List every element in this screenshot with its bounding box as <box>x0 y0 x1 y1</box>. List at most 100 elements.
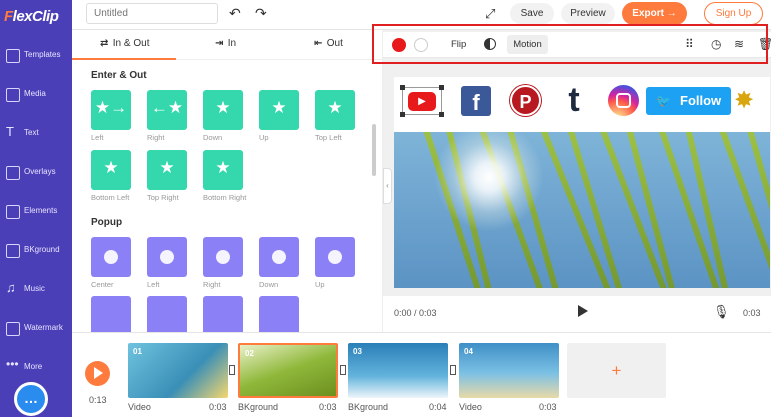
sidebar-item-text[interactable]: T Text <box>0 118 72 152</box>
twitter-bird-icon: 🐦 <box>656 94 671 108</box>
animation-bottom-right[interactable]: ★ <box>203 150 243 190</box>
animation-top-left[interactable]: ★ <box>315 90 355 130</box>
timeline-clip-03[interactable]: 03 <box>348 343 448 398</box>
undo-icon[interactable]: ↶ <box>229 5 241 22</box>
animation-down[interactable]: ★ <box>203 90 243 130</box>
resize-handle[interactable] <box>400 85 405 90</box>
star-icon: ←★ <box>150 98 184 117</box>
plus-icon: + <box>611 361 622 380</box>
popup-left[interactable] <box>147 237 187 277</box>
animation-top-right[interactable]: ★ <box>147 150 187 190</box>
sidebar-item-bkground[interactable]: BKground <box>0 235 72 269</box>
resize-handle[interactable] <box>439 112 444 117</box>
circle-icon <box>160 250 174 264</box>
current-time: 0:00 / 0:03 <box>394 308 437 318</box>
popup-right[interactable] <box>203 237 243 277</box>
sidebar-item-templates[interactable]: Templates <box>0 40 72 74</box>
clip-number: 04 <box>464 347 473 356</box>
timeline-clip-02[interactable]: 02 <box>238 343 338 398</box>
sidebar-item-elements[interactable]: Elements <box>0 196 72 230</box>
transition-marker[interactable] <box>229 365 235 375</box>
preview-button[interactable]: Preview <box>561 3 615 24</box>
sidebar-item-more[interactable]: ••• More <box>0 352 72 386</box>
popup-tile[interactable] <box>91 296 131 332</box>
animation-left[interactable]: ★→ <box>91 90 131 130</box>
transition-marker[interactable] <box>340 365 346 375</box>
popup-tile[interactable] <box>259 296 299 332</box>
social-icons-element[interactable]: ▶ f P t 🐦 Follow ✸ <box>394 77 770 127</box>
animation-label: Bottom Right <box>203 193 247 202</box>
clip-label: Video <box>459 402 482 412</box>
sidebar-item-label: Overlays <box>24 167 56 176</box>
resize-handle[interactable] <box>400 112 405 117</box>
tab-in[interactable]: ⇥ In <box>215 38 236 49</box>
star-icon: ★ <box>215 158 231 177</box>
clip-duration: 0:03 <box>209 402 227 412</box>
play-icon[interactable] <box>578 305 588 317</box>
panel-tabs: ⇄ In & Out ⇥ In ⇤ Out <box>72 30 382 60</box>
in-out-icon: ⇄ <box>100 38 109 49</box>
project-title-input[interactable] <box>86 3 218 24</box>
resize-handle[interactable] <box>439 85 444 90</box>
sidebar-item-watermark[interactable]: Watermark <box>0 313 72 347</box>
logo-prefix: F <box>4 8 13 25</box>
star-icon: ★ <box>215 98 231 117</box>
tab-out[interactable]: ⇤ Out <box>314 38 343 49</box>
microphone-icon[interactable]: 🎙 <box>713 304 730 320</box>
chat-button[interactable]: … <box>14 382 48 416</box>
sidebar-item-label: Watermark <box>24 323 63 332</box>
timeline-play-button[interactable] <box>85 361 110 386</box>
video-canvas[interactable]: ▶ f P t 🐦 Follow ✸ <box>394 77 770 288</box>
more-icon: ••• <box>6 357 19 371</box>
clip-label: BKground <box>238 402 279 412</box>
transition-marker[interactable] <box>450 365 456 375</box>
sidebar-item-label: Templates <box>24 50 61 59</box>
animation-up[interactable]: ★ <box>259 90 299 130</box>
timeline-clip-04[interactable]: 04 <box>459 343 559 398</box>
popup-tile[interactable] <box>203 296 243 332</box>
animation-label: Down <box>259 280 279 289</box>
sidebar-item-overlays[interactable]: Overlays <box>0 157 72 191</box>
tumblr-letter: t <box>568 81 580 119</box>
sidebar-item-media[interactable]: Media <box>0 79 72 113</box>
collapse-panel-button[interactable]: ‹ <box>383 168 392 204</box>
sidebar-item-music[interactable]: ♫ Music <box>0 274 72 308</box>
palm-leaves-background <box>394 132 770 288</box>
animation-label: Top Right <box>147 193 179 202</box>
signup-button[interactable]: Sign Up <box>704 2 763 25</box>
export-button[interactable]: Export → <box>622 2 687 25</box>
clip-label: Video <box>128 402 151 412</box>
circle-icon <box>328 250 342 264</box>
add-clip-button[interactable]: + <box>567 343 666 398</box>
clip-duration: 0:04 <box>429 402 447 412</box>
star-icon: ★ <box>159 158 175 177</box>
popup-up[interactable] <box>315 237 355 277</box>
facebook-icon: f <box>461 86 491 116</box>
animation-label: Right <box>147 133 165 142</box>
animation-label: Bottom Left <box>91 193 130 202</box>
youtube-icon[interactable]: ▶ <box>400 85 444 117</box>
save-button[interactable]: Save <box>510 3 554 24</box>
tab-label: In & Out <box>112 38 150 49</box>
panel-scrollbar[interactable] <box>372 124 376 176</box>
app-logo[interactable]: FlexClip <box>4 8 59 25</box>
redo-icon[interactable]: ↷ <box>255 5 267 22</box>
animation-label: Top Left <box>315 133 342 142</box>
popup-center[interactable] <box>91 237 131 277</box>
tab-label: In <box>227 38 237 49</box>
animation-right[interactable]: ←★ <box>147 90 187 130</box>
animation-label: Center <box>91 280 114 289</box>
timeline-clip-01[interactable]: 01 <box>128 343 228 398</box>
star-icon: ★ <box>327 98 343 117</box>
fullscreen-icon[interactable]: ⤢ <box>485 6 495 22</box>
tab-in-out[interactable]: ⇄ In & Out <box>100 38 149 49</box>
twitter-follow-label: Follow <box>680 93 722 108</box>
animation-bottom-left[interactable]: ★ <box>91 150 131 190</box>
twitter-follow-badge: 🐦 Follow <box>646 87 731 115</box>
instagram-icon <box>608 85 639 116</box>
popup-down[interactable] <box>259 237 299 277</box>
animation-label: Up <box>315 280 325 289</box>
total-time: 0:03 <box>743 308 761 318</box>
chevron-left-icon: ‹ <box>386 181 389 190</box>
popup-tile[interactable] <box>147 296 187 332</box>
